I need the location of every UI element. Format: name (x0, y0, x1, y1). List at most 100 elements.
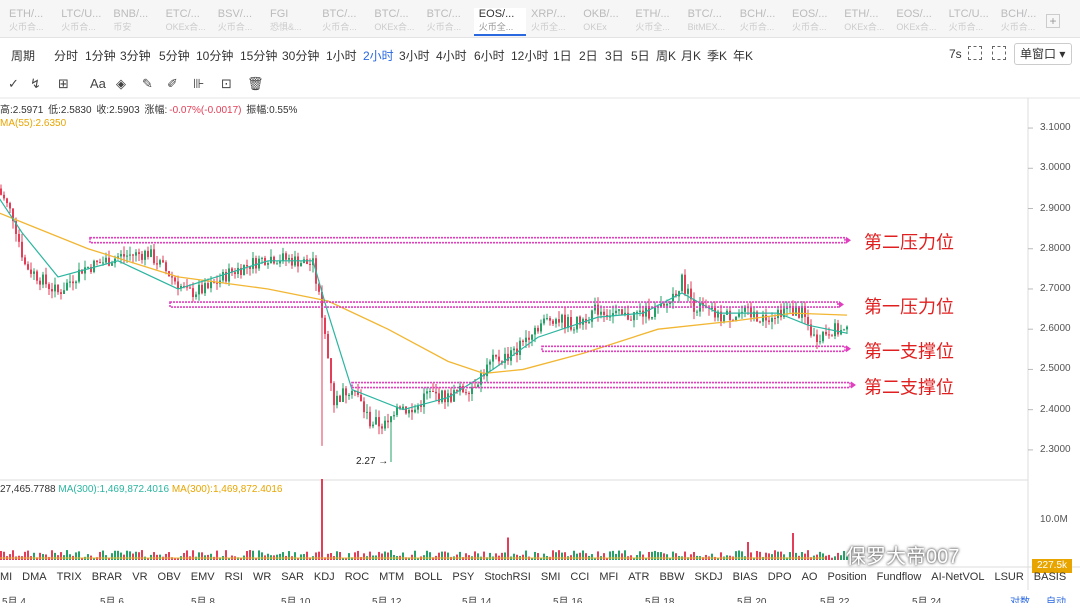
volume-bar (582, 550, 584, 560)
candle-body (615, 310, 617, 314)
log-scale-toggle[interactable]: 对数 (1010, 593, 1030, 603)
indicator-tab[interactable]: BOLL (414, 571, 442, 583)
indicator-tab[interactable]: DMI (0, 571, 12, 583)
volume-bar (651, 551, 653, 560)
indicator-tab[interactable]: EMV (191, 571, 215, 583)
candle-body (105, 257, 107, 263)
indicator-tab[interactable]: VR (132, 571, 147, 583)
candle-body (402, 406, 404, 409)
candle-body (93, 260, 95, 272)
indicator-tab[interactable]: BRAR (92, 571, 123, 583)
indicator-tab[interactable]: KDJ (314, 571, 335, 583)
indicator-tab[interactable]: CCI (570, 571, 589, 583)
indicator-tab[interactable]: TRIX (57, 571, 82, 583)
volume-bar (840, 555, 842, 560)
candle-body (651, 316, 653, 319)
candle-body (207, 283, 209, 289)
indicator-tab[interactable]: LSUR (994, 571, 1023, 583)
candle-body (159, 260, 161, 265)
volume-bar (207, 554, 209, 560)
candle-body (228, 268, 230, 282)
indicator-tab[interactable]: ATR (628, 571, 649, 583)
indicator-tab[interactable]: BIAS (733, 571, 758, 583)
volume-bar (675, 553, 677, 560)
indicator-tab[interactable]: AI-NetVOL (931, 571, 984, 583)
volume-bar (303, 554, 305, 560)
candle-body (819, 341, 821, 343)
candle-body (174, 277, 176, 282)
indicator-tab[interactable]: OBV (158, 571, 181, 583)
candle-body (132, 254, 134, 256)
indicator-tab[interactable]: BASIS (1034, 571, 1066, 583)
volume-bar (198, 552, 200, 560)
volume-bar (210, 553, 212, 560)
candle-body (771, 318, 773, 322)
indicator-tab[interactable]: Position (827, 571, 866, 583)
volume-bar (720, 552, 722, 560)
candle-body (492, 354, 494, 362)
candle-body (786, 307, 788, 309)
candle-body (66, 282, 68, 291)
volume-bar (612, 550, 614, 560)
volume-tick-label: 10.0M (1040, 514, 1068, 525)
volume-bar (321, 479, 323, 560)
candle-body (693, 299, 695, 312)
candle-body (327, 333, 329, 359)
auto-scale-toggle[interactable]: 自动 (1046, 593, 1066, 603)
candle-body (330, 358, 332, 384)
volume-bar (750, 552, 752, 560)
volume-bar (336, 551, 338, 560)
volume-bar (387, 552, 389, 560)
candle-body (426, 391, 428, 394)
volume-bar (183, 552, 185, 560)
volume-bar (411, 554, 413, 560)
candle-body (468, 393, 470, 395)
candle-body (342, 388, 344, 402)
band-arrow-icon (851, 381, 856, 389)
volume-bar (774, 550, 776, 560)
candle-body (198, 284, 200, 295)
indicator-tab[interactable]: AO (802, 571, 818, 583)
indicator-tab[interactable]: RSI (225, 571, 243, 583)
y-tick-label: 2.9000 (1040, 202, 1071, 214)
indicator-tab[interactable]: SKDJ (695, 571, 723, 583)
volume-bar (363, 553, 365, 560)
indicator-tab[interactable]: BBW (659, 571, 684, 583)
candle-body (846, 326, 848, 330)
volume-bar (561, 552, 563, 560)
x-tick-label: 5月 4 (2, 597, 26, 603)
indicator-tab[interactable]: MTM (379, 571, 404, 583)
candle-body (243, 265, 245, 275)
candle-body (111, 263, 113, 266)
candle-body (390, 416, 392, 423)
indicator-tab[interactable]: DMA (22, 571, 46, 583)
indicator-tab[interactable]: SAR (281, 571, 304, 583)
volume-ma2: MA(300):1,469,872.4016 (171, 484, 283, 495)
volume-bar (318, 551, 320, 560)
price-chart[interactable]: 第二压力位第一压力位第一支撑位第二支撑位 2.27 → (0, 0, 1080, 603)
candle-body (567, 317, 569, 328)
candle-body (414, 409, 416, 413)
candle-body (735, 316, 737, 321)
indicator-tab[interactable]: DPO (768, 571, 792, 583)
candle-body (267, 263, 269, 265)
candle-body (423, 393, 425, 407)
volume-bar (648, 551, 650, 560)
candle-body (255, 258, 257, 269)
volume-bar (66, 550, 68, 560)
volume-bar (384, 551, 386, 560)
indicator-tab[interactable]: Fundflow (877, 571, 922, 583)
indicator-tab[interactable]: MFI (599, 571, 618, 583)
candle-body (45, 274, 47, 285)
candle-body (177, 281, 179, 289)
indicator-tab[interactable]: PSY (452, 571, 474, 583)
indicator-tab[interactable]: StochRSI (484, 571, 530, 583)
volume-bar (54, 552, 56, 560)
indicator-tab[interactable]: SMI (541, 571, 561, 583)
indicator-tab[interactable]: WR (253, 571, 271, 583)
band-arrow-icon (839, 301, 844, 309)
volume-bar (123, 554, 125, 560)
indicator-tab[interactable]: ROC (345, 571, 369, 583)
volume-bar (69, 554, 71, 560)
watermark-text: 保罗大帝007 (846, 546, 960, 568)
